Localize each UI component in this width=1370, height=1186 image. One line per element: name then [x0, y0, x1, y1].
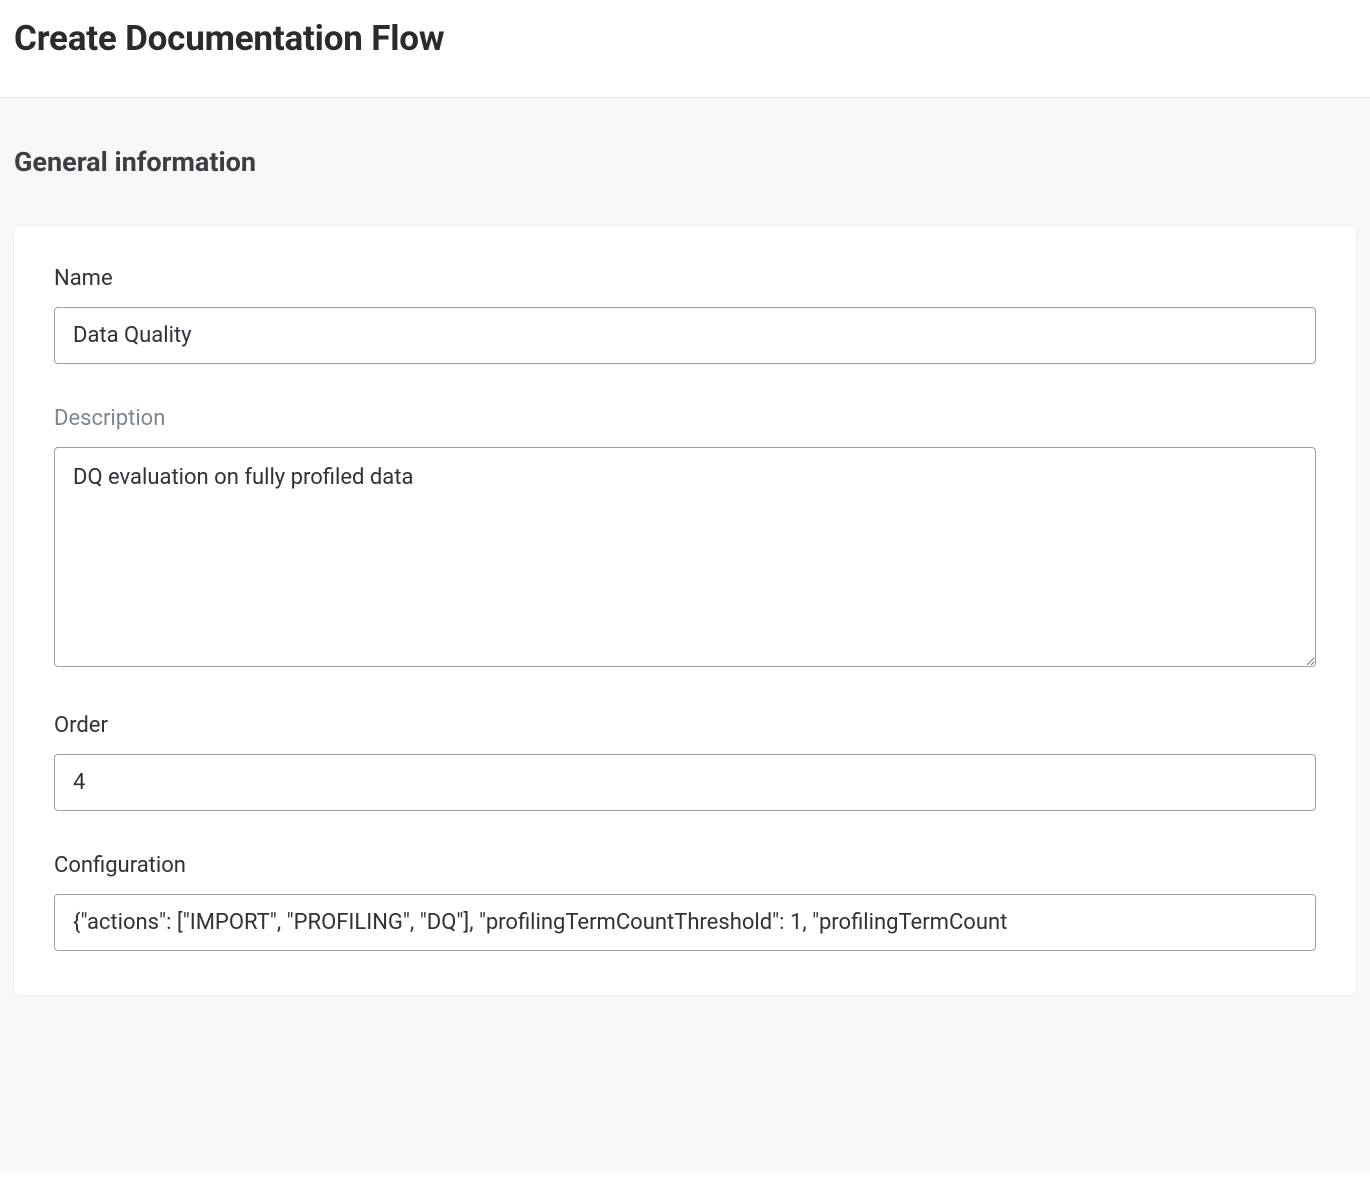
- configuration-label: Configuration: [54, 853, 1316, 878]
- content-area: General information Name Description DQ …: [0, 97, 1370, 1173]
- form-group-order: Order: [54, 713, 1316, 811]
- page-header: Create Documentation Flow: [0, 0, 1370, 97]
- general-info-card: Name Description DQ evaluation on fully …: [14, 226, 1356, 995]
- form-group-name: Name: [54, 266, 1316, 364]
- order-input[interactable]: [54, 754, 1316, 811]
- description-label: Description: [54, 406, 1316, 431]
- form-group-configuration: Configuration: [54, 853, 1316, 951]
- name-label: Name: [54, 266, 1316, 291]
- section-title-general: General information: [0, 98, 1370, 198]
- name-input[interactable]: [54, 307, 1316, 364]
- order-label: Order: [54, 713, 1316, 738]
- form-group-description: Description DQ evaluation on fully profi…: [54, 406, 1316, 671]
- page-title: Create Documentation Flow: [14, 18, 1356, 59]
- description-textarea[interactable]: DQ evaluation on fully profiled data: [54, 447, 1316, 667]
- configuration-input[interactable]: [54, 894, 1316, 951]
